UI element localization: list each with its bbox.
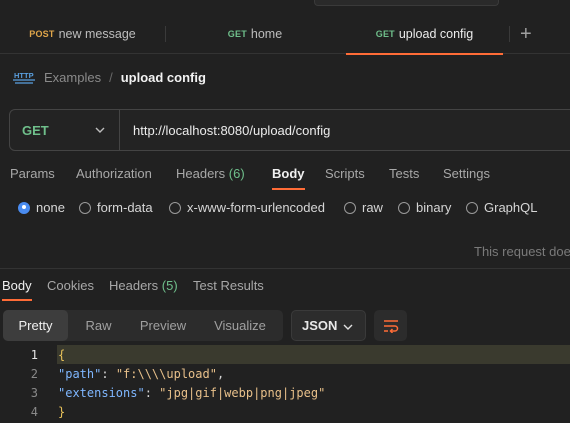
code-line: 1 { — [0, 345, 570, 364]
close-brace: } — [58, 404, 66, 419]
wrap-lines-button[interactable] — [374, 310, 407, 341]
tab-new-message[interactable]: POST new message — [0, 14, 165, 54]
tab-headers-label: Headers — [176, 166, 226, 181]
line-number: 4 — [30, 404, 38, 419]
radio-label: x-www-form-urlencoded — [187, 200, 325, 215]
radio-selected-icon — [18, 201, 30, 214]
response-headers-label: Headers — [109, 278, 159, 293]
tab-label: new message — [58, 27, 136, 41]
json-key: "extensions" — [58, 385, 145, 400]
response-tab-cookies[interactable]: Cookies — [47, 278, 94, 293]
tab-params[interactable]: Params — [10, 166, 55, 181]
radio-raw[interactable]: raw — [344, 200, 383, 215]
search-box[interactable] — [314, 0, 499, 6]
radio-urlencoded[interactable]: x-www-form-urlencoded — [169, 200, 325, 215]
new-tab-button[interactable]: + — [520, 24, 532, 44]
response-headers-count: (5) — [161, 278, 178, 293]
line-number: 1 — [30, 347, 38, 362]
response-divider[interactable] — [0, 268, 570, 269]
wrap-lines-icon — [383, 319, 398, 333]
code-content: "path": "f:\\\\upload", — [58, 366, 225, 381]
code-line: 2 "path": "f:\\\\upload", — [0, 364, 570, 383]
radio-none[interactable]: none — [18, 200, 65, 215]
request-body-note: This request doe — [474, 244, 570, 259]
breadcrumb-separator: / — [109, 69, 113, 85]
radio-icon — [79, 201, 91, 214]
radio-label: form-data — [97, 200, 153, 215]
radio-icon — [466, 201, 478, 214]
code-content: "extensions": "jpg|gif|webp|png|jpeg" — [58, 385, 326, 400]
format-preview-button[interactable]: Preview — [129, 310, 197, 341]
chevron-down-icon — [343, 324, 353, 330]
format-raw-button[interactable]: Raw — [68, 310, 129, 341]
tab-settings[interactable]: Settings — [443, 166, 490, 181]
json-value: "f:\\\\upload" — [115, 366, 217, 381]
language-select[interactable]: JSON — [291, 310, 366, 341]
tab-authorization[interactable]: Authorization — [76, 166, 152, 181]
line-number: 3 — [30, 385, 38, 400]
format-visualize-button[interactable]: Visualize — [197, 310, 283, 341]
headers-count: (6) — [228, 166, 245, 181]
tab-headers[interactable]: Headers (6) — [176, 166, 245, 181]
body-type-options: none form-data x-www-form-urlencoded raw… — [0, 200, 570, 220]
format-pretty-button[interactable]: Pretty — [3, 310, 68, 341]
tab-upload-config[interactable]: GET upload config — [346, 14, 503, 55]
method-badge: POST — [29, 29, 55, 39]
method-badge: GET — [227, 29, 247, 39]
method-select[interactable]: GET — [10, 110, 120, 150]
http-icon: HTTP — [13, 71, 35, 84]
tab-label: upload config — [398, 27, 474, 41]
code-content: } — [57, 402, 570, 421]
radio-icon — [169, 201, 181, 214]
radio-graphql[interactable]: GraphQL — [466, 200, 537, 215]
tab-divider — [509, 26, 510, 42]
chevron-down-icon — [95, 127, 105, 133]
svg-text:HTTP: HTTP — [14, 71, 34, 80]
radio-form-data[interactable]: form-data — [79, 200, 153, 215]
tab-home[interactable]: GET home — [166, 14, 344, 54]
code-content: { — [57, 345, 570, 364]
tab-scripts[interactable]: Scripts — [325, 166, 365, 181]
radio-icon — [344, 201, 356, 214]
response-tab-test-results[interactable]: Test Results — [193, 278, 264, 293]
tab-label: home — [250, 27, 283, 41]
json-key: "path" — [58, 366, 102, 381]
breadcrumb-current[interactable]: upload config — [121, 70, 206, 85]
method-badge: GET — [375, 29, 395, 39]
response-body-editor[interactable]: 1 { 2 "path": "f:\\\\upload", 3 "extensi… — [0, 345, 570, 423]
breadcrumb: HTTP Examples / upload config — [12, 64, 206, 90]
request-tabs-bar: POST new message GET home GET upload con… — [0, 14, 570, 55]
response-tab-headers[interactable]: Headers (5) — [109, 278, 178, 293]
code-line: 3 "extensions": "jpg|gif|webp|png|jpeg" — [0, 383, 570, 402]
language-value: JSON — [302, 318, 338, 333]
url-input[interactable]: http://localhost:8080/upload/config — [120, 123, 330, 138]
radio-label: GraphQL — [484, 200, 538, 215]
response-tab-body[interactable]: Body — [2, 278, 32, 301]
format-toggle-group: Pretty Raw Preview Visualize — [3, 310, 283, 341]
radio-label: binary — [416, 200, 452, 215]
json-value: "jpg|gif|webp|png|jpeg" — [159, 385, 326, 400]
radio-label: none — [36, 200, 65, 215]
breadcrumb-collection[interactable]: Examples — [44, 70, 101, 85]
tab-tests[interactable]: Tests — [389, 166, 419, 181]
radio-binary[interactable]: binary — [398, 200, 451, 215]
line-number: 2 — [30, 366, 38, 381]
open-brace: { — [58, 347, 66, 362]
radio-icon — [398, 201, 410, 214]
url-bar: GET http://localhost:8080/upload/config — [9, 109, 570, 151]
radio-label: raw — [362, 200, 383, 215]
request-section-tabs: Params Authorization Headers (6) Body Sc… — [0, 160, 570, 190]
response-tabs: Body Cookies Headers (5) Test Results — [0, 276, 570, 302]
code-line: 4 } — [0, 402, 570, 421]
method-value: GET — [22, 122, 49, 138]
tab-body[interactable]: Body — [272, 166, 305, 190]
